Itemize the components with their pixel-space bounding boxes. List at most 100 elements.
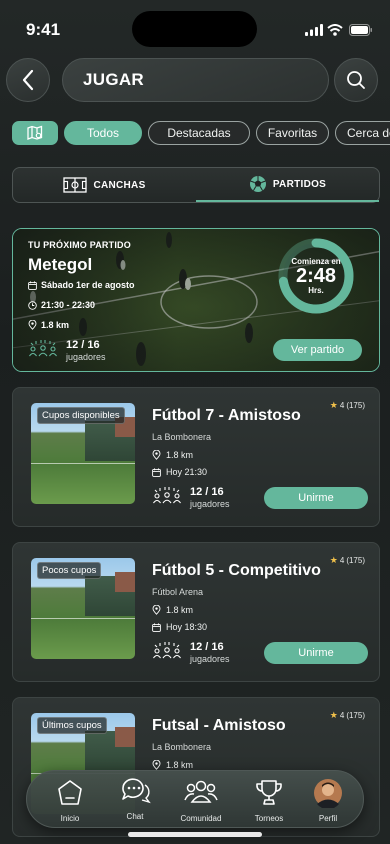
location-pin-icon [28,320,37,330]
tab-canchas[interactable]: CANCHAS [13,168,196,202]
next-match-players-label: jugadores [66,352,106,362]
map-filter-button[interactable] [12,121,58,145]
match-players-value: 12 / 16 [190,641,224,653]
next-match-date-text: Sábado 1er de agosto [41,280,135,290]
next-match-card[interactable]: TU PRÓXIMO PARTIDO Metegol Sábado 1er de… [12,228,380,372]
calendar-icon [28,280,37,290]
search-input[interactable]: JUGAR [62,58,329,102]
match-venue: La Bombonera [152,742,212,752]
status-time: 9:41 [26,20,61,39]
nav-inicio-label: Inicio [60,814,80,823]
match-distance-text: 1.8 km [166,450,194,460]
match-card[interactable]: Pocos cupos ★ 4 (175) Fútbol 5 - Competi… [12,542,380,682]
filter-chip-todos[interactable]: Todos [64,121,142,145]
nav-inicio[interactable]: Inicio [37,771,103,829]
next-match-time: 21:30 - 22:30 [28,300,95,310]
match-distance-text: 1.8 km [166,760,194,770]
next-match-players-value: 12 / 16 [66,339,100,351]
tab-canchas-label: CANCHAS [93,179,146,191]
match-distance: 1.8 km [152,760,193,770]
players-icon [153,642,181,659]
availability-badge: Últimos cupos [37,717,107,734]
star-icon: ★ [329,400,338,410]
match-venue: Fútbol Arena [152,587,204,597]
match-players: 12 / 16 jugadores [152,486,230,510]
next-match-title: Metegol [28,255,93,274]
status-bar: 9:41 [0,0,390,50]
availability-badge: Pocos cupos [37,562,102,579]
nav-perfil[interactable]: Perfil [295,771,361,829]
avatar [314,779,342,808]
rating-value: 4 [339,401,345,410]
chevron-left-icon [22,69,34,91]
filter-chip-cerca[interactable]: Cerca de ti [335,121,390,145]
dynamic-island [132,11,257,47]
next-match-players-count: 12 / 16 jugadores [66,339,106,363]
back-button[interactable] [6,58,50,102]
match-title: Fútbol 5 - Competitivo [152,562,321,579]
bottom-tab-bar: Inicio Chat Comunidad Torneos Perfil [26,770,364,828]
join-button[interactable]: Unirme [264,642,368,664]
soccer-ball-icon [249,176,266,192]
match-thumbnail: Pocos cupos [31,558,135,659]
players-icon [153,487,181,504]
filter-chip-favoritas[interactable]: Favoritas [256,121,329,145]
rating-value: 4 [339,556,345,565]
countdown: Comienza en 2:48 Hrs. [277,237,355,315]
match-distance-text: 1.8 km [166,605,194,615]
match-distance: 1.8 km [152,450,193,460]
next-match-label: TU PRÓXIMO PARTIDO [28,240,131,250]
search-input-value: JUGAR [83,70,145,89]
community-icon [184,780,218,803]
location-pin-icon [152,450,161,460]
battery-icon [349,24,372,36]
view-match-button[interactable]: Ver partido [273,339,362,361]
countdown-unit: Hrs. [308,286,324,295]
nav-comunidad-label: Comunidad [180,814,222,823]
match-rating: ★ 4 (175) [330,710,365,721]
match-distance: 1.8 km [152,605,193,615]
match-time-text: Hoy 21:30 [166,467,208,477]
map-icon [27,125,43,140]
join-button[interactable]: Unirme [264,487,368,509]
rating-count: (175) [346,711,365,720]
location-pin-icon [152,605,161,615]
nav-chat-label: Chat [126,812,144,821]
filter-chip-destacadas[interactable]: Destacadas [148,121,250,145]
match-players-count: 12 / 16 jugadores [190,641,230,665]
location-pin-icon [152,760,161,770]
next-match-players: 12 / 16 jugadores [28,339,106,363]
search-icon [347,71,365,89]
tab-partidos-label: PARTIDOS [272,178,327,190]
match-thumbnail: Cupos disponibles [31,403,135,504]
home-icon [58,780,82,805]
trophy-icon [256,780,282,805]
match-players-label: jugadores [190,654,230,664]
match-card[interactable]: Cupos disponibles ★ 4 (175) Fútbol 7 - A… [12,387,380,527]
match-time-text: Hoy 18:30 [166,622,208,632]
match-players-label: jugadores [190,499,230,509]
next-match-distance-text: 1.8 km [41,320,70,330]
calendar-icon [152,622,161,632]
next-match-distance: 1.8 km [28,320,69,330]
search-button[interactable] [334,58,378,102]
nav-comunidad[interactable]: Comunidad [168,771,234,829]
home-indicator [128,832,262,837]
rating-count: (175) [346,556,365,565]
app-screen: 9:41 JUGAR Todos Destacadas Favoritas Ce… [0,0,390,844]
nav-perfil-label: Perfil [318,814,338,823]
soccer-field-icon [63,177,88,193]
signal-icon [305,24,323,36]
match-players: 12 / 16 jugadores [152,641,230,665]
view-segmented-control: CANCHAS PARTIDOS [12,167,380,203]
nav-torneos[interactable]: Torneos [236,771,302,829]
star-icon: ★ [329,710,338,720]
calendar-icon [152,467,161,477]
nav-chat[interactable]: Chat [102,771,168,829]
availability-badge: Cupos disponibles [37,407,125,424]
match-rating: ★ 4 (175) [330,400,365,411]
players-icon [29,340,57,357]
tab-partidos[interactable]: PARTIDOS [196,168,379,202]
match-time: Hoy 21:30 [152,467,207,477]
match-venue: La Bombonera [152,432,212,442]
